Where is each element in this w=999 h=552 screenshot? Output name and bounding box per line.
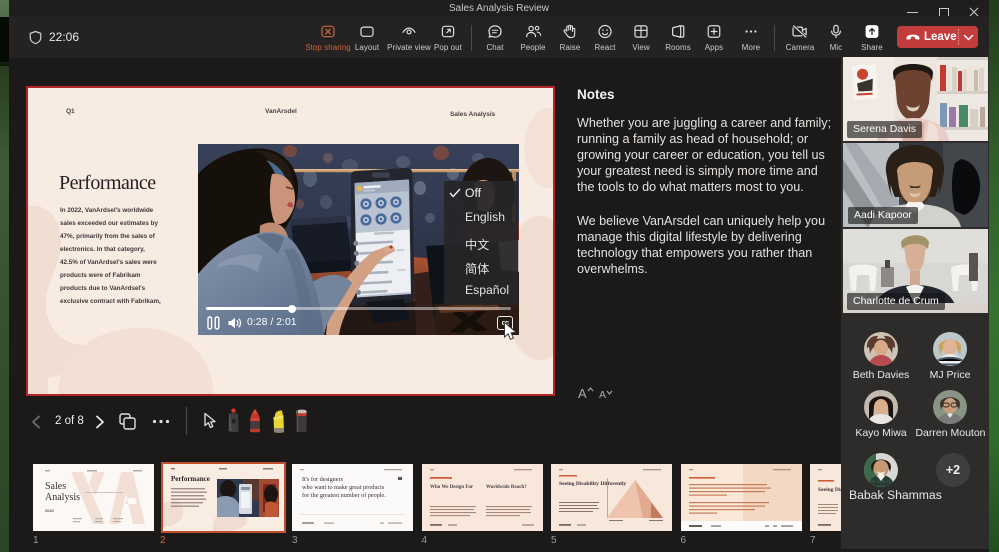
svg-text:Sales: Sales <box>45 481 66 492</box>
svg-text:Seeing Disab: Seeing Disab <box>818 487 841 493</box>
svg-text:It's for designers: It's for designers <box>302 476 344 483</box>
svg-text:Seeing Disability Differently: Seeing Disability Differently <box>559 481 627 487</box>
svg-text:for the greatest number of peo: for the greatest number of people. <box>302 492 386 499</box>
svg-text:who want to make great product: who want to make great products <box>302 484 385 491</box>
svg-text:Performance: Performance <box>171 475 210 483</box>
svg-text:Who We Design For: Who We Design For <box>430 485 474 490</box>
svg-text:2022: 2022 <box>45 508 55 513</box>
svg-text:Worldwide Reach?: Worldwide Reach? <box>486 485 527 490</box>
svg-text:Analysis: Analysis <box>45 492 80 503</box>
